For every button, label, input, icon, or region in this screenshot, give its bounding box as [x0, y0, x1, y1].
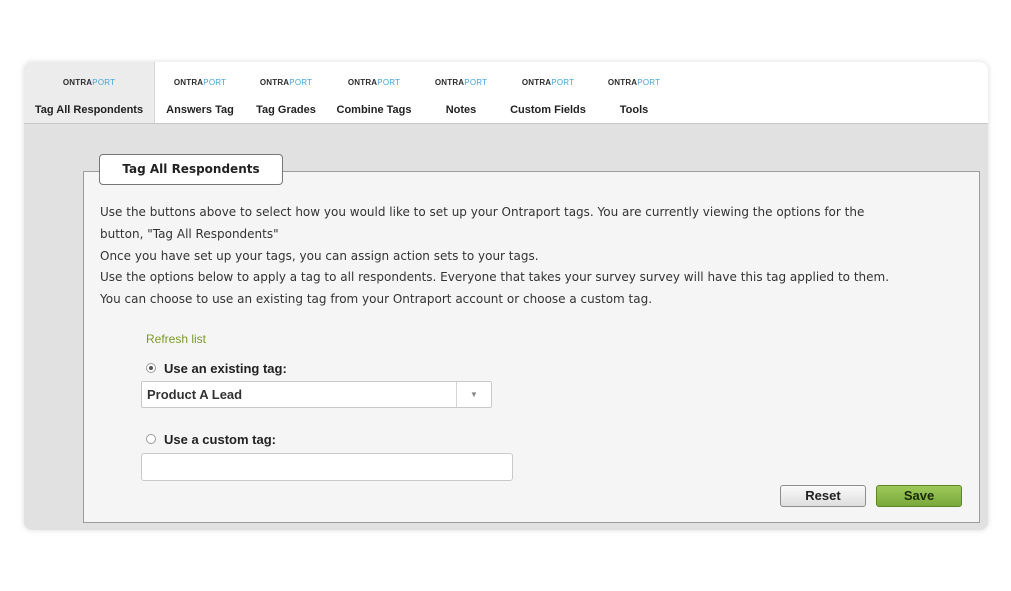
tab-label: Tag Grades	[256, 104, 316, 116]
tab-label: Notes	[445, 104, 477, 116]
tab-label: Tools	[619, 104, 649, 116]
description-line: Use the options below to apply a tag to …	[100, 270, 890, 284]
existing-tag-option[interactable]: Use an existing tag:	[146, 361, 287, 376]
description-line: button, "Tag All Respondents"	[100, 227, 279, 241]
ontraport-logo: ONTRAPORT	[62, 78, 116, 87]
tab-tools[interactable]: ONTRAPORT Tools	[602, 62, 666, 123]
refresh-list-link[interactable]: Refresh list	[146, 332, 206, 346]
ontraport-logo: ONTRAPORT	[434, 78, 488, 87]
ontraport-logo: ONTRAPORT	[347, 78, 401, 87]
tab-label: Combine Tags	[336, 104, 412, 116]
tab-notes[interactable]: ONTRAPORT Notes	[428, 62, 494, 123]
custom-tag-label: Use a custom tag:	[164, 432, 276, 447]
ontraport-logo: ONTRAPORT	[259, 78, 313, 87]
panel-legend: Tag All Respondents	[99, 154, 283, 185]
tab-label: Tag All Respondents	[34, 104, 144, 116]
tab-custom-fields[interactable]: ONTRAPORT Custom Fields	[504, 62, 592, 123]
tab-tag-all-respondents[interactable]: ONTRAPORT Tag All Respondents	[24, 62, 155, 123]
tab-combine-tags[interactable]: ONTRAPORT Combine Tags	[330, 62, 418, 123]
ontraport-logo: ONTRAPORT	[521, 78, 575, 87]
save-button[interactable]: Save	[876, 485, 962, 507]
custom-tag-radio[interactable]	[146, 433, 156, 444]
chevron-down-icon[interactable]: ▼	[456, 382, 491, 407]
existing-tag-select[interactable]: Product A Lead ▼	[141, 381, 492, 408]
tab-tag-grades[interactable]: ONTRAPORT Tag Grades	[248, 62, 324, 123]
existing-tag-label: Use an existing tag:	[164, 361, 287, 376]
tab-label: Answers Tag	[166, 104, 234, 116]
description-line: Once you have set up your tags, you can …	[100, 249, 539, 263]
existing-tag-radio[interactable]	[146, 362, 156, 373]
custom-tag-option[interactable]: Use a custom tag:	[146, 432, 276, 447]
existing-tag-value: Product A Lead	[147, 387, 243, 402]
tab-label: Custom Fields	[510, 104, 586, 116]
tab-bar: ONTRAPORT Tag All Respondents ONTRAPORT …	[24, 62, 988, 124]
ontraport-logo: ONTRAPORT	[173, 78, 227, 87]
description-line: You can choose to use an existing tag fr…	[100, 292, 653, 306]
reset-button[interactable]: Reset	[780, 485, 866, 507]
description-line: Use the buttons above to select how you …	[100, 205, 865, 219]
ontraport-logo: ONTRAPORT	[607, 78, 661, 87]
tab-answers-tag[interactable]: ONTRAPORT Answers Tag	[156, 62, 244, 123]
custom-tag-input[interactable]	[141, 453, 513, 481]
